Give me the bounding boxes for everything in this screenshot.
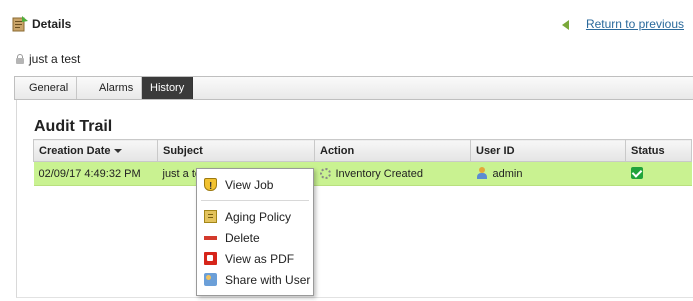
sort-desc-icon: [113, 148, 122, 153]
cell-status: [625, 161, 692, 186]
column-header-creation-date[interactable]: Creation Date: [33, 139, 158, 162]
audit-table: Creation Date Subject Action User ID Sta…: [33, 139, 692, 186]
menu-separator: [201, 200, 309, 201]
details-icon: [12, 16, 28, 32]
user-icon: [476, 167, 488, 179]
column-header-action[interactable]: Action: [314, 139, 471, 162]
tab-alarms[interactable]: Alarms: [91, 77, 143, 99]
share-icon: [204, 273, 217, 286]
gear-icon: [319, 167, 331, 179]
return-arrow-icon[interactable]: [562, 20, 569, 30]
lock-icon: [16, 54, 24, 64]
delete-icon: [204, 236, 217, 240]
tab-history[interactable]: History: [142, 77, 194, 99]
cell-creation-date: 02/09/17 4:49:32 PM: [33, 161, 158, 186]
table-empty-area: [33, 186, 691, 298]
tab-bar: General Alarms History: [14, 76, 693, 100]
status-check-icon: [630, 167, 643, 179]
tab-general[interactable]: General: [21, 77, 78, 99]
cell-action: Inventory Created: [314, 161, 471, 186]
item-title: just a test: [16, 52, 80, 66]
details-header: Details Return to previous: [12, 16, 684, 36]
history-panel: Audit Trail Creation Date Subject Action…: [16, 100, 693, 298]
menu-item-delete[interactable]: Delete: [197, 228, 313, 248]
column-header-user-id[interactable]: User ID: [470, 139, 626, 162]
menu-item-view-job[interactable]: View Job: [197, 175, 313, 197]
column-header-status[interactable]: Status: [625, 139, 692, 162]
shield-icon: [204, 177, 217, 197]
table-row[interactable]: 02/09/17 4:49:32 PM just a test Inventor…: [33, 161, 692, 186]
menu-item-aging-policy[interactable]: Aging Policy: [197, 207, 313, 227]
policy-icon: [204, 210, 217, 223]
audit-trail-title: Audit Trail: [34, 118, 113, 135]
table-header-row: Creation Date Subject Action User ID Sta…: [33, 139, 692, 162]
cell-user-id: admin: [470, 161, 626, 186]
pdf-icon: [204, 252, 217, 265]
page-title: Details: [32, 17, 72, 31]
column-header-subject[interactable]: Subject: [157, 139, 315, 162]
return-to-previous-link[interactable]: Return to previous: [586, 17, 684, 31]
item-name: just a test: [29, 52, 81, 66]
context-menu: View Job Aging Policy Delete View as PDF…: [196, 168, 314, 296]
menu-item-view-as-pdf[interactable]: View as PDF: [197, 249, 313, 269]
menu-item-share-with-user[interactable]: Share with User: [197, 270, 313, 290]
